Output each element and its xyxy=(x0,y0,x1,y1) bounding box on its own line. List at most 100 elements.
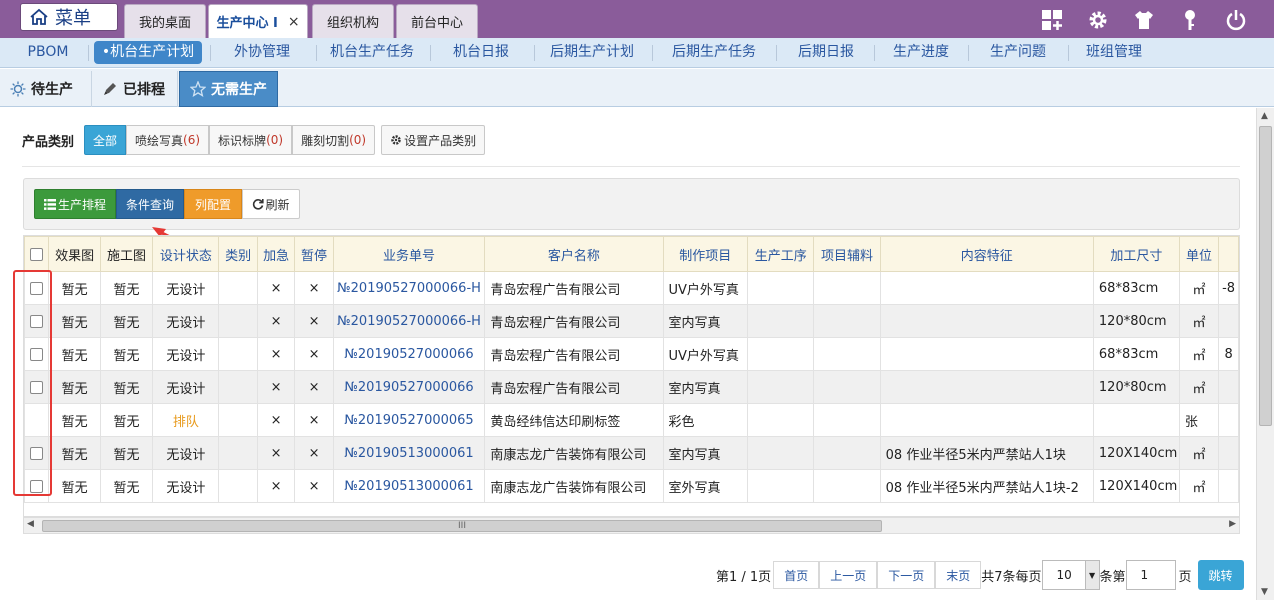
category-inkjet-button[interactable]: 喷绘写真 (6) xyxy=(126,125,210,155)
column-header[interactable]: 加急 xyxy=(256,236,296,272)
power-icon[interactable] xyxy=(1224,8,1248,32)
jump-button[interactable]: 跳转 xyxy=(1197,560,1244,590)
subnav-post-plan[interactable]: 后期生产计划 xyxy=(542,38,642,67)
order-number-link[interactable]: №20190527000066-H xyxy=(332,271,486,305)
cell: 室外写真 xyxy=(662,469,749,503)
column-header[interactable] xyxy=(1218,236,1239,272)
order-number-link[interactable]: №20190513000061 xyxy=(332,436,486,470)
cell: × xyxy=(294,271,334,305)
goto-page-input[interactable]: 1 xyxy=(1125,560,1176,590)
tab-pending[interactable]: 待生产 xyxy=(0,71,92,107)
column-header[interactable]: 施工图 xyxy=(99,236,154,272)
table-row[interactable]: 暂无 暂无 无设计 × × №20190527000066 青岛宏程广告有限公司… xyxy=(24,370,1239,404)
refresh-button[interactable]: 刷新 xyxy=(242,189,300,219)
select-all-header[interactable] xyxy=(24,236,50,272)
subnav-machine-plan[interactable]: •机台生产计划 xyxy=(94,41,202,64)
table-row[interactable]: 暂无 暂无 排队 × × №20190527000065 黄岛经纬信达印刷标签 … xyxy=(24,403,1239,437)
order-number-link[interactable]: №20190513000061 xyxy=(332,469,486,503)
column-header[interactable]: 项目辅料 xyxy=(813,236,881,272)
column-header[interactable]: 客户名称 xyxy=(484,236,664,272)
tab-scheduled[interactable]: 已排程 xyxy=(92,71,178,107)
key-icon[interactable] xyxy=(1178,8,1202,32)
set-category-button[interactable]: 设置产品类别 xyxy=(381,125,486,155)
query-button[interactable]: 条件查询 xyxy=(116,189,184,219)
status-tabs: 待生产 已排程 无需生产 xyxy=(0,69,1274,107)
tab-organization[interactable]: 组织机构 xyxy=(312,4,394,38)
grid-add-icon[interactable] xyxy=(1040,8,1064,32)
tab-desktop[interactable]: 我的桌面 xyxy=(124,4,206,38)
tab-front-center[interactable]: 前台中心 xyxy=(396,4,478,38)
table-row[interactable]: 暂无 暂无 无设计 × × №20190527000066 青岛宏程广告有限公司… xyxy=(24,337,1239,371)
scroll-thumb[interactable] xyxy=(1259,126,1272,426)
column-header[interactable]: 类别 xyxy=(218,236,258,272)
column-header[interactable]: 效果图 xyxy=(48,236,101,272)
cell: × xyxy=(256,304,296,338)
cell: 暂无 xyxy=(48,370,101,404)
subnav-team[interactable]: 班组管理 xyxy=(1076,38,1152,67)
design-status-queued: 排队 xyxy=(152,403,220,437)
column-header[interactable]: 暂停 xyxy=(294,236,334,272)
scroll-down-icon[interactable]: ▼ xyxy=(1261,587,1268,597)
column-header[interactable]: 内容特征 xyxy=(879,236,1094,272)
cell xyxy=(747,304,815,338)
horizontal-scrollbar[interactable]: ◀ III ▶ xyxy=(23,517,1240,534)
cell xyxy=(879,271,1094,305)
cell: 暂无 xyxy=(99,271,154,305)
scroll-right-icon[interactable]: ▶ xyxy=(1229,519,1236,529)
tab-label: 生产中心 I xyxy=(216,16,278,31)
order-number-link[interactable]: №20190527000066-H xyxy=(332,304,486,338)
column-header[interactable]: 生产工序 xyxy=(747,236,815,272)
category-signage-button[interactable]: 标识标牌 (0) xyxy=(209,125,293,155)
select-all-checkbox[interactable] xyxy=(30,247,44,261)
tab-production-center[interactable]: 生产中心 I × xyxy=(208,4,308,38)
table-row[interactable]: 暂无 暂无 无设计 × × №20190527000066-H 青岛宏程广告有限… xyxy=(24,304,1239,338)
subnav-post-task[interactable]: 后期生产任务 xyxy=(664,38,764,67)
scroll-up-icon[interactable]: ▲ xyxy=(1261,111,1268,121)
subnav-post-daily[interactable]: 后期日报 xyxy=(786,38,866,67)
columns-button[interactable]: 列配置 xyxy=(184,189,242,219)
subnav-pbom[interactable]: PBOM xyxy=(18,38,78,67)
shirt-icon[interactable] xyxy=(1132,8,1156,32)
subnav-issues[interactable]: 生产问题 xyxy=(978,38,1058,67)
table-row[interactable]: 暂无 暂无 无设计 × × №20190513000061 南康志龙广告装饰有限… xyxy=(24,469,1239,503)
gear-icon[interactable] xyxy=(1086,8,1110,32)
cell xyxy=(747,370,815,404)
scroll-thumb[interactable]: III xyxy=(42,520,882,532)
cell: 暂无 xyxy=(48,304,101,338)
subnav-machine-daily[interactable]: 机台日报 xyxy=(438,38,524,67)
cell: 8 xyxy=(1218,337,1239,371)
column-header[interactable]: 加工尺寸 xyxy=(1092,236,1180,272)
next-page-button[interactable]: 下一页 xyxy=(877,561,936,589)
chevron-down-icon[interactable]: ▼ xyxy=(1084,561,1099,589)
close-icon[interactable]: × xyxy=(288,14,300,30)
subnav-machine-task[interactable]: 机台生产任务 xyxy=(324,38,420,67)
category-all-button[interactable]: 全部 xyxy=(84,125,127,155)
cell: 暂无 xyxy=(48,337,101,371)
category-engrave-button[interactable]: 雕刻切割 (0) xyxy=(292,125,376,155)
column-header[interactable]: 设计状态 xyxy=(152,236,220,272)
column-header[interactable]: 制作项目 xyxy=(662,236,749,272)
table-row[interactable]: 暂无 暂无 无设计 × × №20190527000066-H 青岛宏程广告有限… xyxy=(24,271,1239,305)
last-page-button[interactable]: 末页 xyxy=(935,561,982,589)
vertical-scrollbar[interactable]: ▲ ▼ xyxy=(1256,108,1274,600)
first-page-button[interactable]: 首页 xyxy=(773,561,820,589)
category-name: 雕刻切割 xyxy=(301,133,350,148)
table-row[interactable]: 暂无 暂无 无设计 × × №20190513000061 南康志龙广告装饰有限… xyxy=(24,436,1239,470)
order-number-link[interactable]: №20190527000065 xyxy=(332,403,486,437)
cell: × xyxy=(294,469,334,503)
scroll-left-icon[interactable]: ◀ xyxy=(27,519,34,529)
subnav-outsourcing[interactable]: 外协管理 xyxy=(218,38,306,67)
column-header[interactable]: 业务单号 xyxy=(332,236,486,272)
order-number-link[interactable]: №20190527000066 xyxy=(332,370,486,404)
goto-prefix: 条第 xyxy=(1099,569,1126,585)
cell: 暂无 xyxy=(99,337,154,371)
subnav-progress[interactable]: 生产进度 xyxy=(884,38,958,67)
prev-page-button[interactable]: 上一页 xyxy=(819,561,878,589)
page-size-select[interactable]: 10 ▼ xyxy=(1041,560,1100,590)
order-number-link[interactable]: №20190527000066 xyxy=(332,337,486,371)
schedule-button[interactable]: 生产排程 xyxy=(34,189,116,219)
data-table: 效果图 施工图 设计状态 类别 加急 暂停 业务单号 客户名称 制作项目 生产工… xyxy=(23,235,1240,517)
menu-button[interactable]: 菜单 xyxy=(20,3,118,31)
tab-no-production[interactable]: 无需生产 xyxy=(179,71,278,107)
column-header[interactable]: 单位 xyxy=(1178,236,1220,272)
